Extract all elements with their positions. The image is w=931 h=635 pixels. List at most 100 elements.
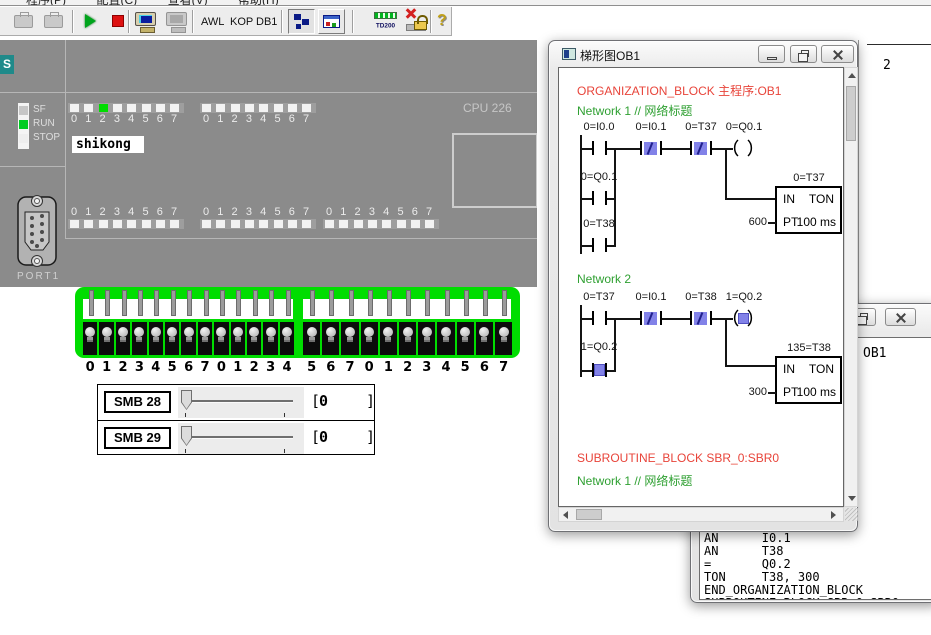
memory-slot bbox=[452, 133, 537, 208]
output-led bbox=[142, 220, 151, 228]
run-button[interactable] bbox=[79, 9, 105, 34]
output-led bbox=[113, 220, 122, 228]
wire bbox=[607, 318, 640, 320]
terminal-switch[interactable] bbox=[105, 290, 110, 316]
bulb-base-icon bbox=[462, 337, 468, 342]
horizontal-scrollbar[interactable] bbox=[558, 507, 844, 522]
padlock-icon bbox=[414, 21, 427, 30]
terminal-lamp bbox=[303, 322, 320, 355]
terminal-switch[interactable] bbox=[329, 290, 334, 316]
input-led bbox=[216, 104, 225, 112]
preset-value: 600 bbox=[740, 216, 767, 228]
output-led-label: 7 bbox=[419, 206, 439, 218]
td200-button[interactable]: TD200 bbox=[372, 9, 400, 34]
slider-thumb[interactable] bbox=[181, 390, 192, 410]
kop-view-button[interactable]: KOP bbox=[230, 16, 253, 28]
awl-view-button[interactable]: AWL bbox=[201, 16, 224, 28]
scroll-down-button[interactable] bbox=[845, 490, 857, 506]
monitor-online-button[interactable] bbox=[133, 9, 159, 34]
resize-grip[interactable] bbox=[845, 508, 858, 521]
terminal-switch[interactable] bbox=[387, 290, 392, 316]
menu-item[interactable]: 配置(C) bbox=[96, 0, 137, 6]
bulb-base-icon bbox=[169, 337, 175, 342]
chart-view-button[interactable] bbox=[318, 9, 345, 34]
output-led bbox=[411, 220, 420, 228]
output-led-label: 7 bbox=[296, 206, 316, 218]
wire bbox=[607, 148, 640, 150]
terminal-lamp bbox=[399, 322, 416, 355]
output-led bbox=[170, 220, 179, 228]
terminal-switch[interactable] bbox=[286, 290, 291, 316]
bulb-icon bbox=[200, 327, 210, 337]
wire bbox=[580, 245, 592, 247]
scrollbar-thumb[interactable] bbox=[846, 86, 856, 141]
bulb-base-icon bbox=[104, 337, 110, 342]
slider-groove bbox=[186, 436, 293, 438]
output-led-label: 7 bbox=[164, 206, 184, 218]
terminal-switch[interactable] bbox=[171, 290, 176, 316]
restore-icon bbox=[860, 313, 868, 320]
terminal-switch[interactable] bbox=[89, 290, 94, 316]
bulb-base-icon bbox=[87, 337, 93, 342]
smb-slider-track[interactable] bbox=[178, 387, 304, 418]
ladder-window-icon bbox=[562, 48, 576, 60]
close-button[interactable] bbox=[885, 308, 916, 326]
scroll-left-button[interactable] bbox=[559, 508, 575, 521]
briefcase-icon bbox=[14, 15, 33, 28]
scroll-up-button[interactable] bbox=[845, 68, 857, 84]
toolbar-separator bbox=[352, 10, 353, 33]
td200-display-icon bbox=[374, 12, 397, 19]
terminal-switch[interactable] bbox=[269, 290, 274, 316]
wire bbox=[580, 318, 592, 320]
terminal-switch[interactable] bbox=[464, 290, 469, 316]
scroll-right-button[interactable] bbox=[827, 508, 843, 521]
bulb-base-icon bbox=[481, 337, 487, 342]
toolbar-separator bbox=[192, 10, 193, 33]
coil-label: 1=Q0.2 bbox=[722, 291, 766, 303]
close-button[interactable] bbox=[821, 45, 854, 63]
terminal-number: 7 bbox=[492, 360, 515, 375]
terminal-switch[interactable] bbox=[138, 290, 143, 316]
input-led bbox=[113, 104, 122, 112]
bulb-icon bbox=[151, 327, 161, 337]
smb-slider-panel: SMB 28 [ 0 ] SMB 29 [ 0 ] bbox=[97, 384, 375, 455]
terminal-switch[interactable] bbox=[236, 290, 241, 316]
terminal-switch[interactable] bbox=[445, 290, 450, 316]
terminal-switch[interactable] bbox=[187, 290, 192, 316]
terminal-switch[interactable] bbox=[154, 290, 159, 316]
branch-rail bbox=[614, 148, 616, 245]
bulb-base-icon bbox=[186, 337, 192, 342]
network-view-button[interactable] bbox=[288, 9, 315, 34]
bulb-icon bbox=[167, 327, 177, 337]
output-led bbox=[259, 220, 268, 228]
terminal-switch[interactable] bbox=[220, 290, 225, 316]
db1-view-button[interactable]: DB1 bbox=[256, 16, 277, 28]
smb-slider-row: SMB 28 [ 0 ] bbox=[98, 385, 374, 420]
terminal-switch[interactable] bbox=[204, 290, 209, 316]
terminal-switch[interactable] bbox=[483, 290, 488, 316]
vertical-scrollbar[interactable] bbox=[844, 67, 858, 507]
contact-bar bbox=[640, 141, 642, 155]
scrollbar-thumb[interactable] bbox=[576, 509, 602, 520]
lock-button[interactable] bbox=[404, 9, 430, 34]
terminal-switch[interactable] bbox=[310, 290, 315, 316]
bulb-base-icon bbox=[153, 337, 159, 342]
menu-item[interactable]: 帮助(H) bbox=[238, 0, 279, 6]
monitor-icon bbox=[166, 12, 187, 26]
help-button[interactable]: ? bbox=[437, 12, 447, 30]
slider-thumb[interactable] bbox=[181, 426, 192, 446]
terminal-switch[interactable] bbox=[425, 290, 430, 316]
terminal-switch[interactable] bbox=[406, 290, 411, 316]
wire bbox=[725, 318, 727, 367]
terminal-switch[interactable] bbox=[122, 290, 127, 316]
terminal-switch[interactable] bbox=[253, 290, 258, 316]
output-led bbox=[84, 220, 93, 228]
menu-item[interactable]: 查看(V) bbox=[168, 0, 208, 6]
smb-slider-track[interactable] bbox=[178, 423, 304, 454]
minimize-button[interactable] bbox=[758, 45, 785, 63]
terminal-switch[interactable] bbox=[368, 290, 373, 316]
restore-button[interactable] bbox=[790, 45, 817, 63]
terminal-switch[interactable] bbox=[349, 290, 354, 316]
menu-item[interactable]: 程序(P) bbox=[26, 0, 66, 6]
terminal-switch[interactable] bbox=[502, 290, 507, 316]
